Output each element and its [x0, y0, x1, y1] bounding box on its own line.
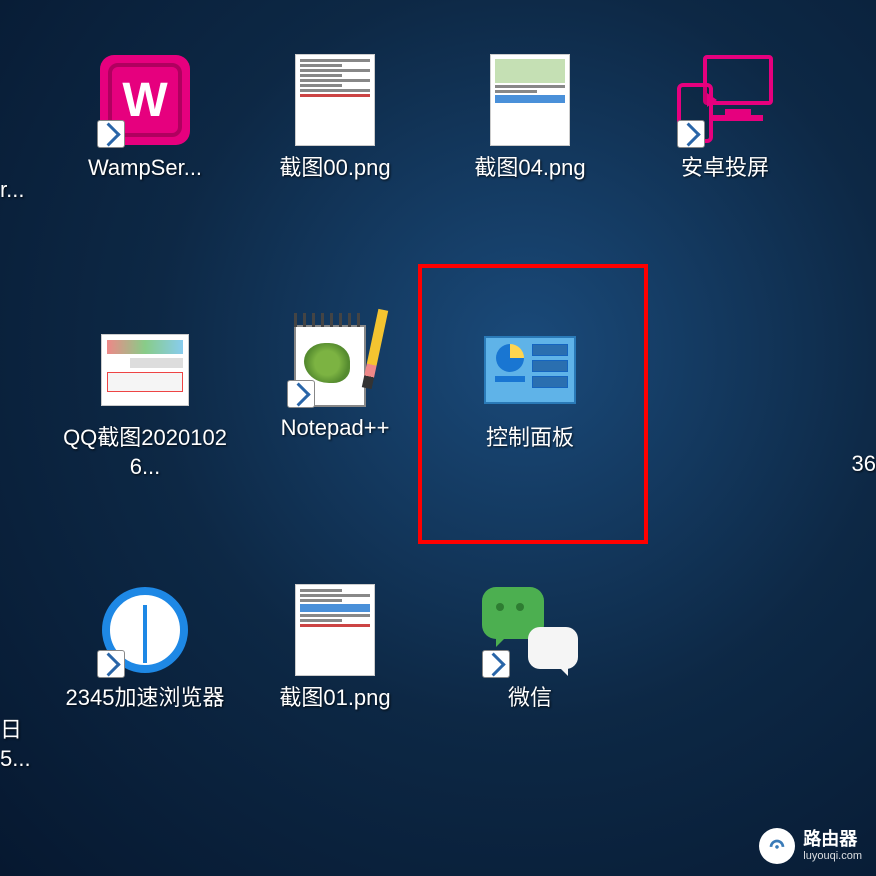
- partial-icon-right-label: 36: [852, 450, 876, 479]
- icon-label: 微信: [508, 684, 552, 713]
- icon-label: WampSer...: [88, 154, 202, 183]
- shortcut-overlay-icon: [677, 120, 705, 148]
- notepadpp-icon: [285, 310, 385, 410]
- image-thumbnail-icon: [285, 580, 385, 680]
- watermark: 路由器 luyouqi.com: [759, 828, 862, 864]
- icon-label: 控制面板: [486, 424, 574, 453]
- watermark-subtitle: luyouqi.com: [803, 850, 862, 862]
- icon-android-cast[interactable]: 安卓投屏: [640, 50, 810, 183]
- android-cast-icon: [675, 50, 775, 150]
- wampserver-icon: W: [95, 50, 195, 150]
- icon-label: 截图01.png: [279, 684, 390, 713]
- shortcut-overlay-icon: [482, 650, 510, 678]
- watermark-title: 路由器: [803, 830, 862, 850]
- icon-screenshot01[interactable]: 截图01.png: [250, 580, 420, 713]
- icon-wechat[interactable]: 微信: [445, 580, 615, 713]
- icon-screenshot00[interactable]: 截图00.png: [250, 50, 420, 183]
- image-thumbnail-icon: [285, 50, 385, 150]
- icon-label: 截图00.png: [279, 154, 390, 183]
- image-thumbnail-icon: [95, 320, 195, 420]
- desktop[interactable]: r... W WampSer... 截图00.png 截图04.png: [0, 0, 876, 876]
- icon-qq-screenshot[interactable]: QQ截图20201026...: [60, 320, 230, 481]
- control-panel-icon: [480, 320, 580, 420]
- shortcut-overlay-icon: [97, 650, 125, 678]
- icon-notepadpp[interactable]: Notepad++: [250, 310, 420, 443]
- shortcut-overlay-icon: [287, 380, 315, 408]
- watermark-logo-icon: [759, 828, 795, 864]
- partial-icon-left-bottom-label: 日 5...: [0, 716, 31, 773]
- wechat-icon: [480, 580, 580, 680]
- icon-label: QQ截图20201026...: [60, 424, 230, 481]
- icon-control-panel[interactable]: 控制面板: [445, 320, 615, 453]
- icon-label: 截图04.png: [474, 154, 585, 183]
- browser-icon: [95, 580, 195, 680]
- partial-icon-left-top-label: r...: [0, 176, 24, 205]
- icon-wampserver[interactable]: W WampSer...: [60, 50, 230, 183]
- icon-2345-browser[interactable]: 2345加速浏览器: [60, 580, 230, 713]
- icon-label: 2345加速浏览器: [66, 684, 225, 713]
- icon-label: Notepad++: [281, 414, 390, 443]
- icon-label: 安卓投屏: [681, 154, 769, 183]
- icon-screenshot04[interactable]: 截图04.png: [445, 50, 615, 183]
- image-thumbnail-icon: [480, 50, 580, 150]
- shortcut-overlay-icon: [97, 120, 125, 148]
